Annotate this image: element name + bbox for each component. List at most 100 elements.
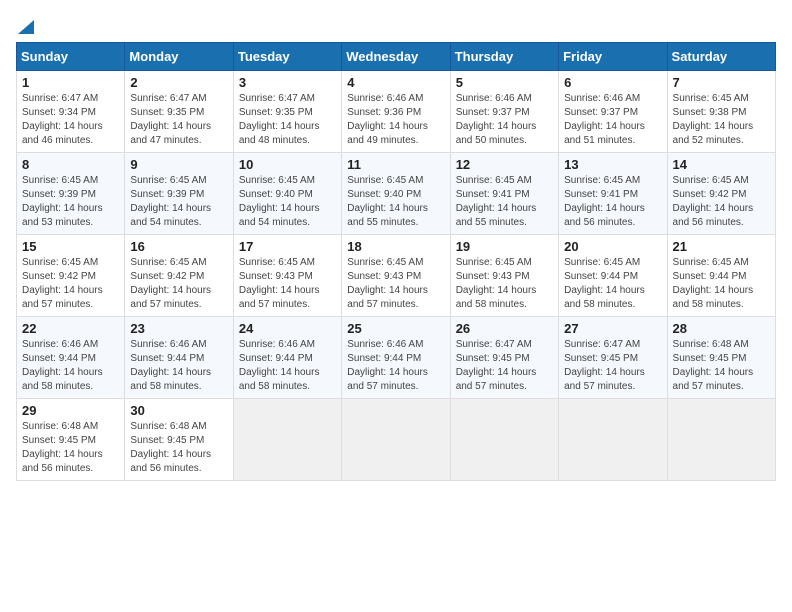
calendar-cell: 19 Sunrise: 6:45 AMSunset: 9:43 PMDaylig…	[450, 235, 558, 317]
day-info: Sunrise: 6:45 AMSunset: 9:43 PMDaylight:…	[239, 257, 320, 310]
day-info: Sunrise: 6:48 AMSunset: 9:45 PMDaylight:…	[673, 339, 754, 392]
day-info: Sunrise: 6:45 AMSunset: 9:39 PMDaylight:…	[22, 175, 103, 228]
day-number: 14	[673, 157, 770, 172]
day-number: 18	[347, 239, 444, 254]
day-number: 17	[239, 239, 336, 254]
calendar-cell: 14 Sunrise: 6:45 AMSunset: 9:42 PMDaylig…	[667, 153, 775, 235]
day-number: 6	[564, 75, 661, 90]
calendar-cell: 13 Sunrise: 6:45 AMSunset: 9:41 PMDaylig…	[559, 153, 667, 235]
day-info: Sunrise: 6:45 AMSunset: 9:42 PMDaylight:…	[673, 175, 754, 228]
calendar-cell: 30 Sunrise: 6:48 AMSunset: 9:45 PMDaylig…	[125, 399, 233, 481]
calendar-week-row: 22 Sunrise: 6:46 AMSunset: 9:44 PMDaylig…	[17, 317, 776, 399]
calendar-cell	[342, 399, 450, 481]
calendar-cell: 16 Sunrise: 6:45 AMSunset: 9:42 PMDaylig…	[125, 235, 233, 317]
calendar-cell: 3 Sunrise: 6:47 AMSunset: 9:35 PMDayligh…	[233, 71, 341, 153]
day-number: 25	[347, 321, 444, 336]
day-number: 13	[564, 157, 661, 172]
calendar-cell: 29 Sunrise: 6:48 AMSunset: 9:45 PMDaylig…	[17, 399, 125, 481]
calendar-week-row: 8 Sunrise: 6:45 AMSunset: 9:39 PMDayligh…	[17, 153, 776, 235]
day-info: Sunrise: 6:46 AMSunset: 9:37 PMDaylight:…	[456, 93, 537, 146]
day-info: Sunrise: 6:45 AMSunset: 9:39 PMDaylight:…	[130, 175, 211, 228]
day-number: 5	[456, 75, 553, 90]
calendar-cell: 4 Sunrise: 6:46 AMSunset: 9:36 PMDayligh…	[342, 71, 450, 153]
day-number: 26	[456, 321, 553, 336]
day-number: 1	[22, 75, 119, 90]
day-info: Sunrise: 6:46 AMSunset: 9:44 PMDaylight:…	[22, 339, 103, 392]
calendar-cell: 28 Sunrise: 6:48 AMSunset: 9:45 PMDaylig…	[667, 317, 775, 399]
day-info: Sunrise: 6:48 AMSunset: 9:45 PMDaylight:…	[130, 421, 211, 474]
weekday-header-monday: Monday	[125, 43, 233, 71]
day-info: Sunrise: 6:47 AMSunset: 9:35 PMDaylight:…	[239, 93, 320, 146]
page-header	[16, 16, 776, 34]
day-info: Sunrise: 6:45 AMSunset: 9:42 PMDaylight:…	[22, 257, 103, 310]
day-number: 22	[22, 321, 119, 336]
calendar-cell: 15 Sunrise: 6:45 AMSunset: 9:42 PMDaylig…	[17, 235, 125, 317]
day-number: 7	[673, 75, 770, 90]
weekday-header-wednesday: Wednesday	[342, 43, 450, 71]
calendar-cell: 2 Sunrise: 6:47 AMSunset: 9:35 PMDayligh…	[125, 71, 233, 153]
calendar-cell: 27 Sunrise: 6:47 AMSunset: 9:45 PMDaylig…	[559, 317, 667, 399]
calendar-cell: 23 Sunrise: 6:46 AMSunset: 9:44 PMDaylig…	[125, 317, 233, 399]
day-info: Sunrise: 6:47 AMSunset: 9:45 PMDaylight:…	[564, 339, 645, 392]
calendar-cell	[559, 399, 667, 481]
day-info: Sunrise: 6:45 AMSunset: 9:44 PMDaylight:…	[564, 257, 645, 310]
calendar-cell: 22 Sunrise: 6:46 AMSunset: 9:44 PMDaylig…	[17, 317, 125, 399]
calendar-cell: 10 Sunrise: 6:45 AMSunset: 9:40 PMDaylig…	[233, 153, 341, 235]
calendar-cell: 1 Sunrise: 6:47 AMSunset: 9:34 PMDayligh…	[17, 71, 125, 153]
calendar-header-row: SundayMondayTuesdayWednesdayThursdayFrid…	[17, 43, 776, 71]
calendar-cell: 5 Sunrise: 6:46 AMSunset: 9:37 PMDayligh…	[450, 71, 558, 153]
calendar-cell	[233, 399, 341, 481]
calendar-cell: 20 Sunrise: 6:45 AMSunset: 9:44 PMDaylig…	[559, 235, 667, 317]
logo	[16, 16, 34, 34]
day-number: 30	[130, 403, 227, 418]
day-number: 16	[130, 239, 227, 254]
day-info: Sunrise: 6:47 AMSunset: 9:34 PMDaylight:…	[22, 93, 103, 146]
day-number: 15	[22, 239, 119, 254]
day-info: Sunrise: 6:47 AMSunset: 9:45 PMDaylight:…	[456, 339, 537, 392]
day-number: 4	[347, 75, 444, 90]
day-info: Sunrise: 6:45 AMSunset: 9:38 PMDaylight:…	[673, 93, 754, 146]
calendar-cell: 24 Sunrise: 6:46 AMSunset: 9:44 PMDaylig…	[233, 317, 341, 399]
calendar-cell: 8 Sunrise: 6:45 AMSunset: 9:39 PMDayligh…	[17, 153, 125, 235]
day-number: 12	[456, 157, 553, 172]
calendar-cell: 7 Sunrise: 6:45 AMSunset: 9:38 PMDayligh…	[667, 71, 775, 153]
calendar-cell: 12 Sunrise: 6:45 AMSunset: 9:41 PMDaylig…	[450, 153, 558, 235]
calendar-cell: 6 Sunrise: 6:46 AMSunset: 9:37 PMDayligh…	[559, 71, 667, 153]
day-number: 19	[456, 239, 553, 254]
weekday-header-friday: Friday	[559, 43, 667, 71]
calendar-cell	[667, 399, 775, 481]
logo-icon	[18, 16, 34, 34]
calendar-cell: 11 Sunrise: 6:45 AMSunset: 9:40 PMDaylig…	[342, 153, 450, 235]
day-number: 8	[22, 157, 119, 172]
calendar-week-row: 29 Sunrise: 6:48 AMSunset: 9:45 PMDaylig…	[17, 399, 776, 481]
day-number: 9	[130, 157, 227, 172]
day-info: Sunrise: 6:45 AMSunset: 9:41 PMDaylight:…	[564, 175, 645, 228]
day-info: Sunrise: 6:45 AMSunset: 9:40 PMDaylight:…	[239, 175, 320, 228]
weekday-header-thursday: Thursday	[450, 43, 558, 71]
calendar-cell: 17 Sunrise: 6:45 AMSunset: 9:43 PMDaylig…	[233, 235, 341, 317]
day-info: Sunrise: 6:45 AMSunset: 9:43 PMDaylight:…	[347, 257, 428, 310]
calendar-cell: 18 Sunrise: 6:45 AMSunset: 9:43 PMDaylig…	[342, 235, 450, 317]
day-info: Sunrise: 6:45 AMSunset: 9:40 PMDaylight:…	[347, 175, 428, 228]
day-number: 29	[22, 403, 119, 418]
day-number: 2	[130, 75, 227, 90]
day-number: 3	[239, 75, 336, 90]
day-info: Sunrise: 6:46 AMSunset: 9:44 PMDaylight:…	[347, 339, 428, 392]
day-number: 11	[347, 157, 444, 172]
calendar-cell: 9 Sunrise: 6:45 AMSunset: 9:39 PMDayligh…	[125, 153, 233, 235]
day-number: 21	[673, 239, 770, 254]
calendar-table: SundayMondayTuesdayWednesdayThursdayFrid…	[16, 42, 776, 481]
day-number: 28	[673, 321, 770, 336]
day-info: Sunrise: 6:45 AMSunset: 9:41 PMDaylight:…	[456, 175, 537, 228]
day-number: 23	[130, 321, 227, 336]
calendar-cell: 21 Sunrise: 6:45 AMSunset: 9:44 PMDaylig…	[667, 235, 775, 317]
day-info: Sunrise: 6:45 AMSunset: 9:42 PMDaylight:…	[130, 257, 211, 310]
day-info: Sunrise: 6:45 AMSunset: 9:43 PMDaylight:…	[456, 257, 537, 310]
day-number: 27	[564, 321, 661, 336]
day-info: Sunrise: 6:46 AMSunset: 9:37 PMDaylight:…	[564, 93, 645, 146]
calendar-cell: 26 Sunrise: 6:47 AMSunset: 9:45 PMDaylig…	[450, 317, 558, 399]
weekday-header-saturday: Saturday	[667, 43, 775, 71]
calendar-week-row: 15 Sunrise: 6:45 AMSunset: 9:42 PMDaylig…	[17, 235, 776, 317]
day-number: 10	[239, 157, 336, 172]
day-info: Sunrise: 6:46 AMSunset: 9:44 PMDaylight:…	[239, 339, 320, 392]
